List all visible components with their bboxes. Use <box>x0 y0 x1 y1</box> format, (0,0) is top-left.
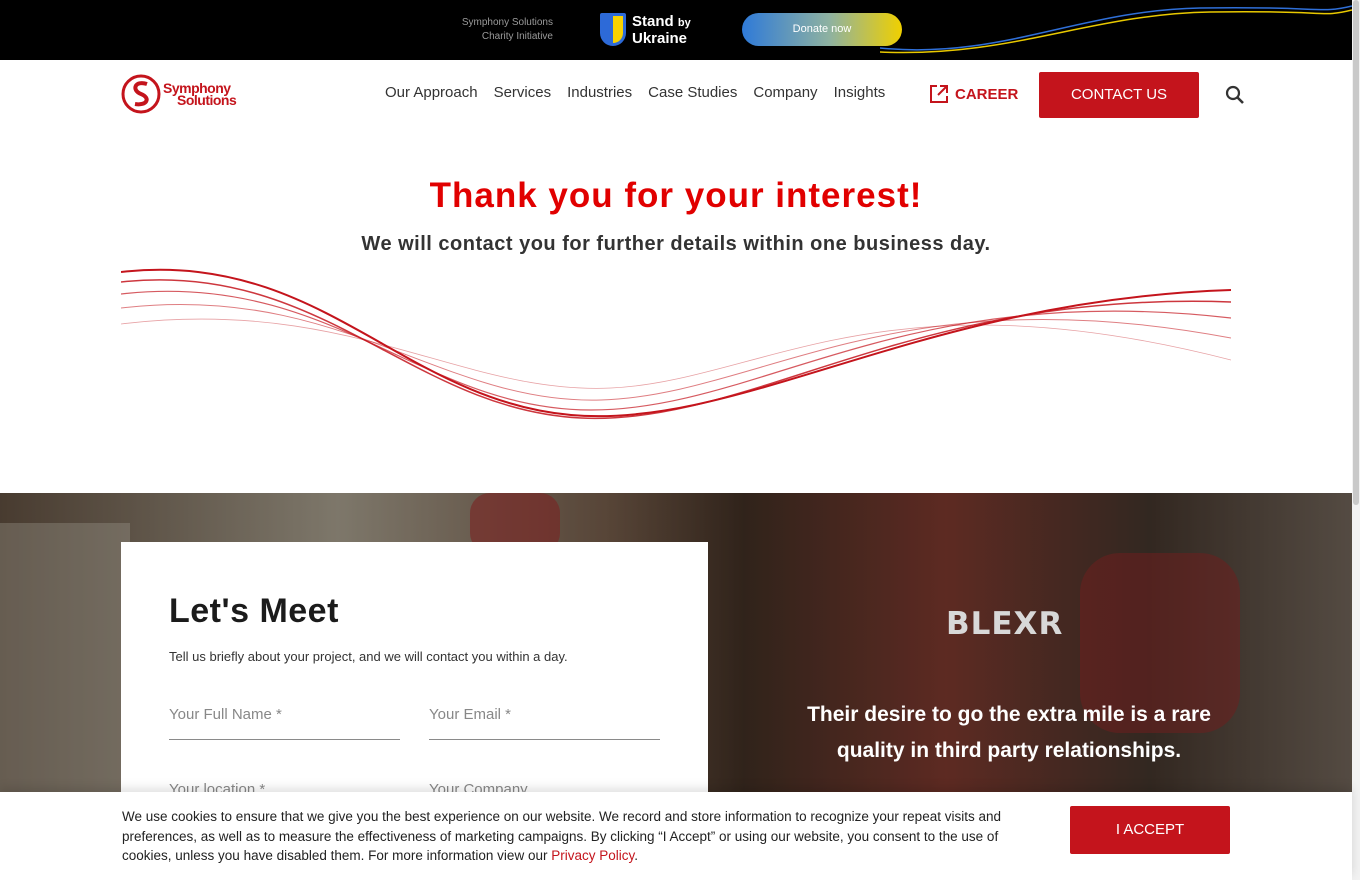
testimonial-quote: Their desire to go the extra mile is a r… <box>807 703 1211 762</box>
logo-word-solutions: Solutions <box>177 92 237 108</box>
contact-us-button[interactable]: CONTACT US <box>1039 72 1199 118</box>
decorative-wave <box>880 5 1352 54</box>
decorative-red-waves <box>121 268 1231 420</box>
charity-label: Symphony Solutions Charity Initiative <box>420 16 553 44</box>
ukraine-word-stand: Stand <box>632 12 674 30</box>
ukraine-logo-text: Stand by Ukraine <box>632 14 691 46</box>
charity-line-2: Charity Initiative <box>481 31 553 42</box>
ukraine-word-by: by <box>677 16 691 29</box>
page-title: Thank you for your interest! <box>429 176 923 215</box>
cookie-text-suffix: . <box>634 848 639 863</box>
nav-case-studies[interactable]: Case Studies <box>648 84 737 101</box>
nav-services[interactable]: Services <box>494 84 552 101</box>
charity-line-1: Symphony Solutions <box>461 17 553 28</box>
charity-banner: Symphony Solutions Charity Initiative St… <box>0 0 1352 60</box>
accept-cookies-button[interactable]: I ACCEPT <box>1070 806 1230 854</box>
main-nav: Our Approach Services Industries Case St… <box>385 84 901 101</box>
ukraine-word-ukraine: Ukraine <box>632 29 688 47</box>
privacy-policy-link[interactable]: Privacy Policy <box>551 848 634 863</box>
form-title: Let's Meet <box>169 592 339 630</box>
cookie-message: We use cookies to ensure that we give yo… <box>122 807 1022 866</box>
symphony-solutions-logo[interactable]: Symphony Solutions <box>121 74 237 114</box>
logo-mark-icon <box>121 74 161 114</box>
nav-insights[interactable]: Insights <box>834 84 886 101</box>
stand-by-ukraine-logo[interactable]: Stand by Ukraine <box>600 13 691 46</box>
page-scrollbar[interactable] <box>1352 0 1360 880</box>
nav-our-approach[interactable]: Our Approach <box>385 84 478 101</box>
nav-industries[interactable]: Industries <box>567 84 632 101</box>
nav-company[interactable]: Company <box>753 84 817 101</box>
career-label: CAREER <box>955 85 1019 103</box>
cookie-banner: We use cookies to ensure that we give yo… <box>0 792 1352 880</box>
form-description: Tell us briefly about your project, and … <box>169 649 568 664</box>
external-link-icon <box>930 85 948 103</box>
search-icon[interactable] <box>1224 84 1246 106</box>
client-logo: BLEXR <box>946 606 1064 642</box>
email-field[interactable]: Your Email * <box>429 700 660 740</box>
page-subtitle: We will contact you for further details … <box>361 233 991 255</box>
site-header: Symphony Solutions Our Approach Services… <box>0 60 1352 130</box>
logo-wordmark: Symphony Solutions <box>163 81 237 108</box>
scrollbar-thumb[interactable] <box>1353 0 1359 505</box>
donate-button[interactable]: Donate now <box>742 13 902 46</box>
full-name-field[interactable]: Your Full Name * <box>169 700 400 740</box>
career-link[interactable]: CAREER <box>929 84 1018 104</box>
ukraine-shield-icon <box>600 13 626 46</box>
